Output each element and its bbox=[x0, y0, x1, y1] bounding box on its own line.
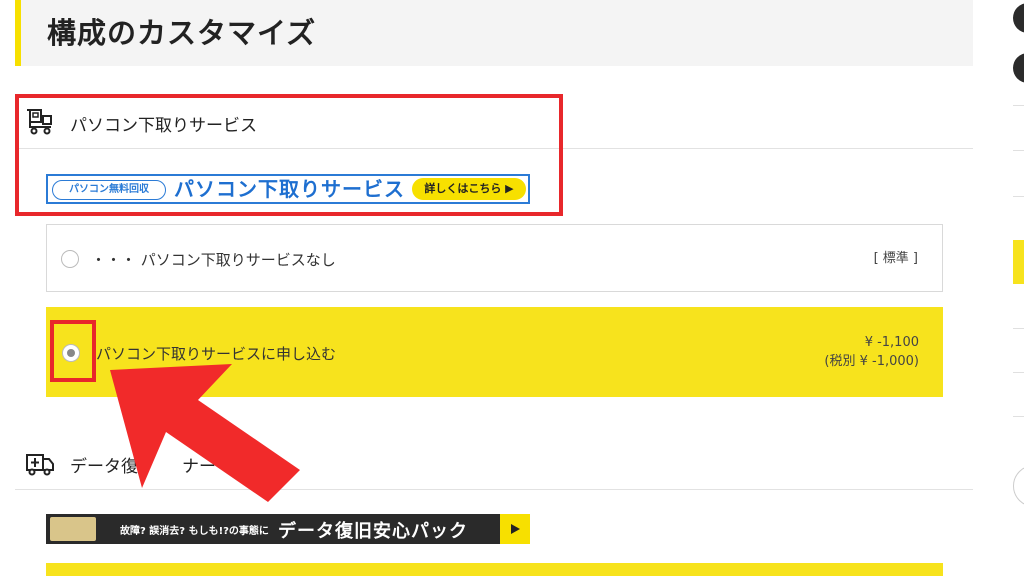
section-title: 構成のカスタマイズ bbox=[47, 16, 317, 50]
data-recovery-banner-tagline: 故障? 誤消去? もしも!?の事態に bbox=[120, 526, 269, 537]
sidebar-divider bbox=[1013, 372, 1024, 373]
sidebar-divider bbox=[1013, 150, 1024, 151]
sidebar-divider bbox=[1013, 105, 1024, 106]
next-option-selected[interactable] bbox=[46, 563, 943, 576]
annotation-arrow-icon bbox=[110, 364, 300, 502]
sidebar-dot-icon[interactable] bbox=[1013, 53, 1024, 83]
hdd-icon bbox=[50, 517, 96, 541]
standard-badge: [ 標準 ] bbox=[873, 251, 918, 266]
sidebar-round-button[interactable] bbox=[1013, 465, 1024, 507]
highlight-box-radio bbox=[50, 320, 96, 382]
section-header: 構成のカスタマイズ bbox=[15, 0, 973, 66]
sidebar-item-active[interactable] bbox=[1013, 240, 1024, 284]
option-price-tax: (税別 ¥ -1,000) bbox=[824, 354, 919, 369]
option-price: ¥ -1,100 bbox=[864, 335, 919, 350]
sidebar-divider bbox=[1013, 416, 1024, 417]
play-arrow-icon[interactable] bbox=[500, 514, 530, 544]
data-recovery-banner-title: データ復旧安心パック bbox=[278, 521, 468, 542]
option-label: ・・・ パソコン下取りサービスなし bbox=[91, 251, 336, 269]
option-trade-in-none[interactable]: ・・・ パソコン下取りサービスなし [ 標準 ] bbox=[46, 224, 943, 292]
radio-trade-in-none[interactable] bbox=[61, 250, 79, 268]
sidebar-divider bbox=[1013, 196, 1024, 197]
sidebar-divider bbox=[1013, 328, 1024, 329]
data-recovery-banner[interactable]: 故障? 誤消去? もしも!?の事態に データ復旧安心パック bbox=[46, 514, 530, 544]
option-price-block: ¥ -1,100 (税別 ¥ -1,000) bbox=[824, 333, 919, 371]
sidebar-dot-icon[interactable] bbox=[1013, 3, 1024, 33]
highlight-box-trade-in bbox=[15, 94, 563, 216]
ambulance-icon bbox=[26, 454, 54, 476]
